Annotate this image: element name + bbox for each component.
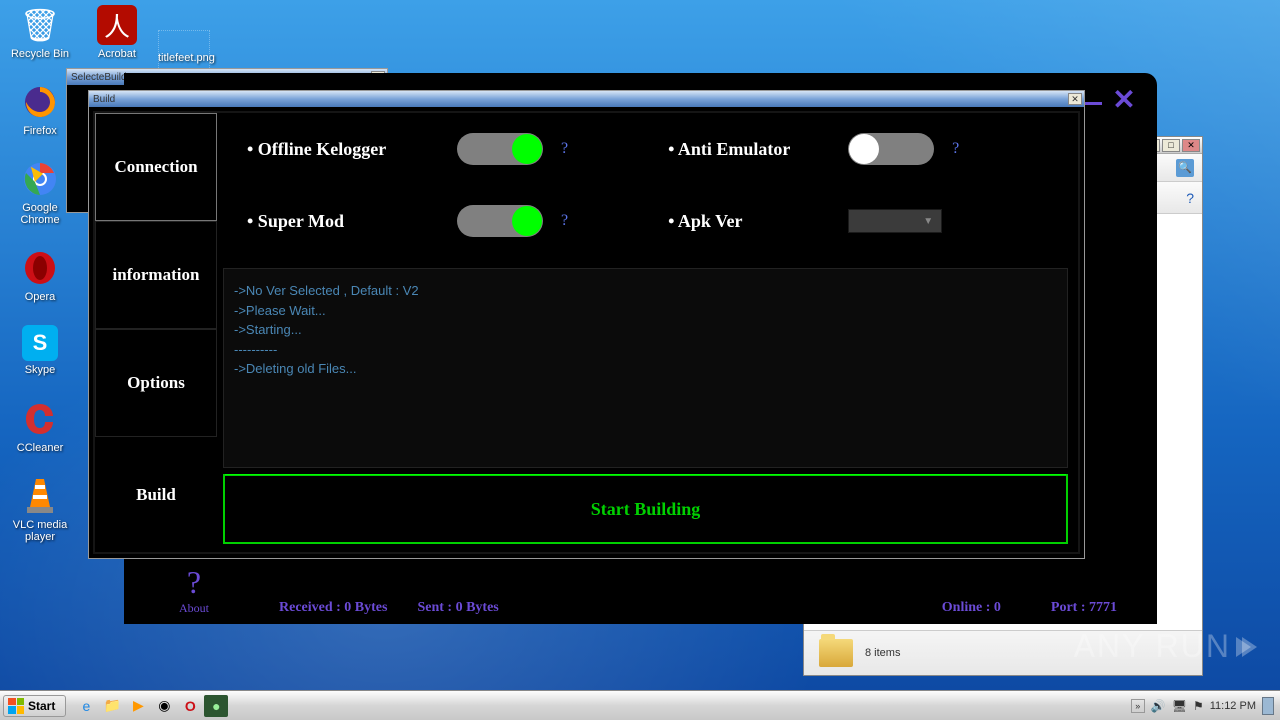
desktop-icons-col2: 人Acrobat	[82, 5, 152, 60]
tray-volume-icon[interactable]: 🔊	[1151, 699, 1166, 713]
help-antiemulator-icon[interactable]: ?	[952, 140, 959, 158]
system-tray: » 🔊 🖥 ⚑ 11:12 PM	[1131, 697, 1280, 715]
log-line: ->Please Wait...	[234, 301, 1057, 321]
vlc-icon[interactable]: VLC media player	[5, 476, 75, 543]
about-button[interactable]: ? About	[179, 564, 209, 616]
watermark: ANY RUN	[1074, 628, 1260, 665]
option-supermod-label: • Super Mod	[247, 211, 457, 232]
opera-icon[interactable]: Opera	[5, 248, 75, 303]
log-line: ->Deleting old Files...	[234, 359, 1057, 379]
chrome-icon[interactable]: Google Chrome	[5, 159, 75, 226]
ql-media-icon[interactable]: ▶	[126, 695, 150, 717]
about-question-icon: ?	[187, 564, 201, 601]
main-statusbar: ? About Received : 0 Bytes Sent : 0 Byte…	[124, 554, 1157, 624]
ccleaner-icon[interactable]: CCleaner	[5, 399, 75, 454]
dropdown-apkver[interactable]	[848, 209, 942, 233]
help-keylogger-icon[interactable]: ?	[561, 140, 568, 158]
log-line: ----------	[234, 340, 1057, 360]
windows-logo-icon	[8, 698, 24, 714]
skype-icon[interactable]: SSkype	[5, 325, 75, 376]
main-close-button[interactable]: ✕	[1109, 84, 1139, 114]
quick-launch: e 📁 ▶ ◉ O ●	[74, 695, 228, 717]
taskbar: Start e 📁 ▶ ◉ O ● » 🔊 🖥 ⚑ 11:12 PM	[0, 690, 1280, 720]
loose-file-titlefeet[interactable]	[158, 30, 210, 70]
ql-opera-icon[interactable]: O	[178, 695, 202, 717]
start-building-button[interactable]: Start Building	[223, 474, 1068, 544]
status-sent: Sent : 0 Bytes	[417, 600, 498, 616]
tab-information[interactable]: information	[95, 221, 217, 329]
help-supermod-icon[interactable]: ?	[561, 212, 568, 230]
toggle-antiemulator[interactable]	[848, 133, 934, 165]
tab-options[interactable]: Options	[95, 329, 217, 437]
explorer-maximize-button[interactable]: □	[1162, 139, 1180, 152]
desktop-icons-col1: 🗑Recycle Bin Firefox Google Chrome Opera…	[5, 5, 75, 543]
status-received: Received : 0 Bytes	[279, 600, 387, 616]
ql-ie-icon[interactable]: e	[74, 695, 98, 717]
option-apkver-label: • Apk Ver	[668, 211, 848, 232]
start-button[interactable]: Start	[3, 695, 66, 717]
option-keylogger-label: • Offline Kelogger	[247, 139, 457, 160]
explorer-help-icon[interactable]: ?	[1186, 190, 1194, 206]
build-title: Build	[93, 94, 115, 105]
tab-build[interactable]: Build	[95, 437, 217, 552]
ql-app-icon[interactable]: ●	[204, 695, 228, 717]
toggle-supermod[interactable]	[457, 205, 543, 237]
folder-icon	[819, 639, 853, 667]
tray-show-desktop[interactable]	[1262, 697, 1274, 715]
tab-connection[interactable]: Connection	[95, 113, 217, 221]
log-line: ->No Ver Selected , Default : V2	[234, 281, 1057, 301]
explorer-close-button[interactable]: ✕	[1182, 139, 1200, 152]
explorer-go-icon[interactable]: 🔍	[1176, 159, 1194, 177]
build-close-button[interactable]: ✕	[1068, 93, 1082, 105]
status-port: Port : 7771	[1051, 600, 1117, 616]
tray-network-icon[interactable]: 🖥	[1172, 699, 1187, 713]
ql-explorer-icon[interactable]: 📁	[100, 695, 124, 717]
option-antiemulator-label: • Anti Emulator	[668, 139, 848, 160]
build-titlebar[interactable]: Build ✕	[89, 91, 1084, 107]
status-online: Online : 0	[942, 600, 1001, 616]
tray-show-hidden-icon[interactable]: »	[1131, 699, 1145, 713]
build-content: • Offline Kelogger ? • Anti Emulator ? •…	[217, 113, 1078, 552]
build-side-tabs: Connection information Options Build	[95, 113, 217, 552]
log-line: ->Starting...	[234, 320, 1057, 340]
ql-chrome-icon[interactable]: ◉	[152, 695, 176, 717]
build-window: Build ✕ Connection information Options B…	[88, 90, 1085, 559]
recycle-bin-icon[interactable]: 🗑Recycle Bin	[5, 5, 75, 60]
build-log: ->No Ver Selected , Default : V2 ->Pleas…	[223, 268, 1068, 468]
firefox-icon[interactable]: Firefox	[5, 82, 75, 137]
acrobat-icon[interactable]: 人Acrobat	[82, 5, 152, 60]
tray-clock[interactable]: 11:12 PM	[1210, 700, 1256, 712]
loose-file-label: titlefeet.png	[158, 52, 215, 64]
tray-flag-icon[interactable]: ⚑	[1193, 699, 1204, 713]
explorer-item-count: 8 items	[865, 647, 900, 659]
toggle-keylogger[interactable]	[457, 133, 543, 165]
